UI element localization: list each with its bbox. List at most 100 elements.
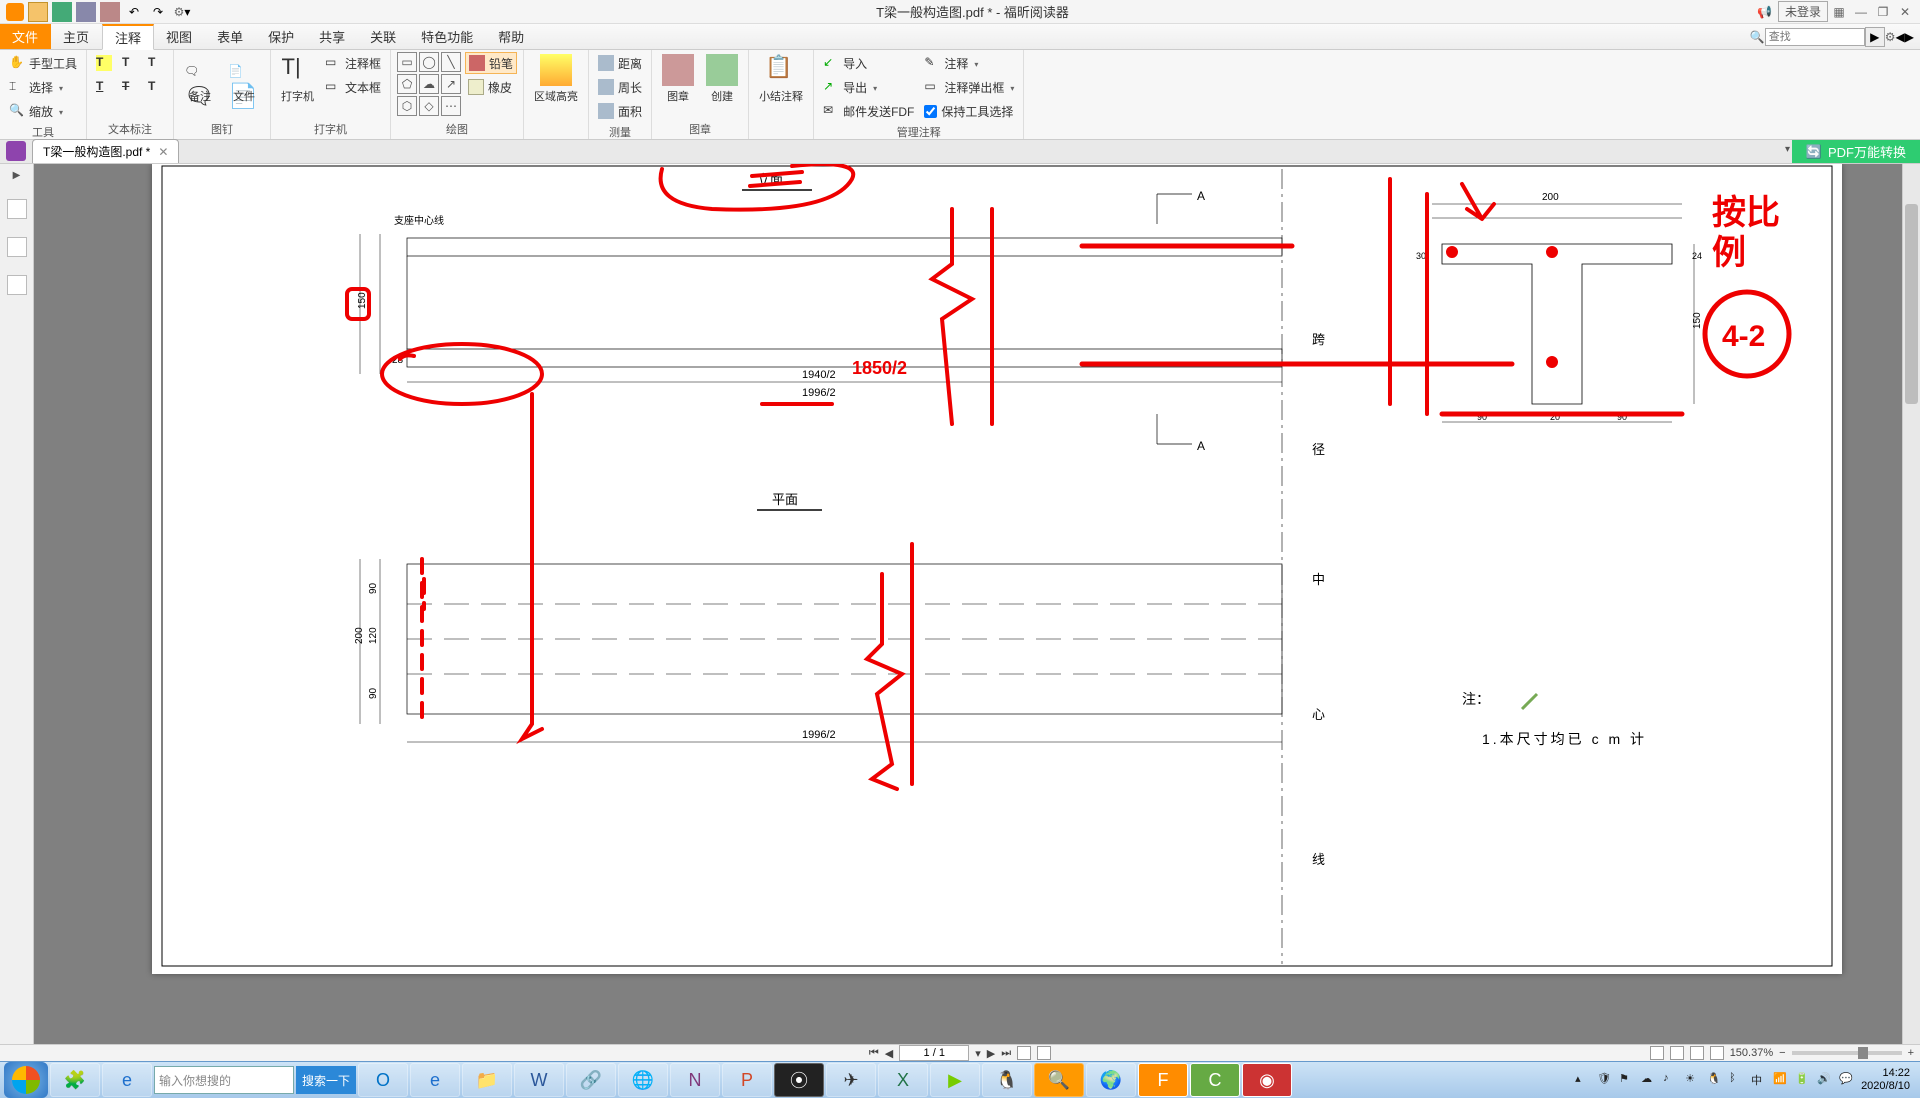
typewriter-button[interactable]: T|打字机 — [277, 52, 318, 106]
nav-next-icon[interactable]: ▶ — [1905, 30, 1914, 44]
taskbar-qq[interactable]: 🐧 — [982, 1063, 1032, 1097]
export-button[interactable]: 导出 — [820, 76, 917, 98]
tab-form[interactable]: 表单 — [205, 24, 256, 49]
txt-strikeout-button[interactable] — [119, 76, 141, 98]
start-button[interactable] — [4, 1062, 48, 1098]
taskbar-word[interactable]: W — [514, 1063, 564, 1097]
taskbar-app-2[interactable]: 🔗 — [566, 1063, 616, 1097]
taskbar-app-1[interactable]: 🧩 — [50, 1063, 100, 1097]
view-cont-facing-icon[interactable] — [1710, 1046, 1724, 1060]
keep-tool-toggle[interactable]: 保持工具选择 — [921, 100, 1017, 122]
attach-file-button[interactable]: 📄文件 — [224, 52, 264, 106]
zoom-tool-button[interactable]: 缩放 — [6, 100, 80, 122]
note-button[interactable]: 🗨备注 — [180, 52, 220, 106]
nav-extra1-icon[interactable] — [1017, 1046, 1031, 1060]
area-highlight-button[interactable]: 区域高亮 — [530, 52, 582, 106]
zoom-slider[interactable] — [1792, 1051, 1902, 1055]
bookmarks-icon[interactable] — [7, 199, 27, 219]
summary-button[interactable]: 📋小结注释 — [755, 52, 807, 106]
zoom-out-button[interactable]: − — [1779, 1047, 1785, 1059]
perimeter-button[interactable]: 周长 — [595, 76, 645, 98]
restore-button[interactable]: ❐ — [1872, 5, 1894, 19]
first-page-button[interactable]: ⏮ — [869, 1047, 879, 1060]
start-page-icon[interactable] — [6, 141, 26, 161]
tab-help[interactable]: 帮助 — [486, 24, 537, 49]
tab-home[interactable]: 主页 — [51, 24, 102, 49]
taskbar-ie2[interactable]: e — [410, 1063, 460, 1097]
shape-picker[interactable]: ▭◯╲ ⬠☁↗ ⬡◇⋯ — [397, 52, 461, 116]
news-icon[interactable]: 📢 — [1757, 5, 1772, 19]
taskbar-media[interactable]: ▶ — [930, 1063, 980, 1097]
tab-protect[interactable]: 保护 — [256, 24, 307, 49]
pdf-convert-button[interactable]: 🔄 PDF万能转换 — [1792, 140, 1920, 163]
next-page-button[interactable]: ▶ — [987, 1047, 995, 1060]
create-stamp-button[interactable]: 创建 — [702, 52, 742, 106]
open-icon[interactable] — [28, 2, 48, 22]
page-dropdown-icon[interactable]: ▾ — [975, 1047, 981, 1060]
tab-view[interactable]: 视图 — [154, 24, 205, 49]
stamp-button[interactable]: 图章 — [658, 52, 698, 106]
last-page-button[interactable]: ⏭ — [1001, 1047, 1011, 1060]
eraser-button[interactable]: 橡皮 — [465, 76, 517, 98]
mail-fdf-button[interactable]: 邮件发送FDF — [820, 100, 917, 122]
taskbar-everything[interactable]: 🔍 — [1034, 1063, 1084, 1097]
close-tab-icon[interactable]: ✕ — [158, 145, 168, 159]
taskbar-foxit[interactable]: F — [1138, 1063, 1188, 1097]
taskbar-excel[interactable]: X — [878, 1063, 928, 1097]
txt-squiggly-button[interactable] — [119, 52, 141, 74]
import-button[interactable]: 导入 — [820, 52, 917, 74]
tab-features[interactable]: 特色功能 — [409, 24, 486, 49]
search-settings-icon[interactable] — [1885, 30, 1896, 44]
system-tray[interactable]: ▴ 🛡 ⚑ ☁ ♪ ☀ 🐧 ᛒ 中 📶 🔋 🔊 💬 — [1575, 1072, 1859, 1088]
taskbar-clock[interactable]: 14:22 2020/8/10 — [1861, 1067, 1916, 1093]
taskbar-explorer[interactable]: 📁 — [462, 1063, 512, 1097]
taskbar-outlook[interactable]: O — [358, 1063, 408, 1097]
view-single-icon[interactable] — [1650, 1046, 1664, 1060]
taskbar-search-button[interactable]: 搜索一下 — [296, 1066, 356, 1094]
pages-thumb-icon[interactable] — [7, 237, 27, 257]
prev-page-button[interactable]: ◀ — [885, 1047, 893, 1060]
tab-file[interactable]: 文件 — [0, 24, 51, 49]
taskbar-app-4[interactable]: 🌍 — [1086, 1063, 1136, 1097]
nav-extra2-icon[interactable] — [1037, 1046, 1051, 1060]
page-input[interactable] — [899, 1045, 969, 1061]
minimize-button[interactable]: — — [1850, 5, 1872, 19]
print-icon[interactable] — [76, 2, 96, 22]
view-facing-icon[interactable] — [1690, 1046, 1704, 1060]
taskbar-powerpoint[interactable]: P — [722, 1063, 772, 1097]
vertical-scrollbar[interactable] — [1902, 164, 1920, 1044]
comments-panel-icon[interactable] — [7, 275, 27, 295]
undo-icon[interactable] — [124, 2, 144, 22]
taskbar-ie[interactable]: e — [102, 1063, 152, 1097]
document-tab[interactable]: T梁一般构造图.pdf * ✕ — [32, 139, 179, 163]
txt-caret-button[interactable] — [145, 52, 167, 74]
ribbon-toggle-icon[interactable]: ▦ — [1828, 5, 1850, 19]
save-icon[interactable] — [52, 2, 72, 22]
hand-tool-button[interactable]: 手型工具 — [6, 52, 80, 74]
select-tool-button[interactable]: 选择 — [6, 76, 80, 98]
view-cont-icon[interactable] — [1670, 1046, 1684, 1060]
tab-share[interactable]: 共享 — [307, 24, 358, 49]
txt-highlight-button[interactable] — [93, 52, 115, 74]
taskbar-camtasia[interactable]: C — [1190, 1063, 1240, 1097]
qat-settings-icon[interactable]: ▾ — [172, 2, 192, 22]
page-viewer[interactable]: 跨 径 中 心 线 150 28 支座中心线 1940/2 1996/2 — [34, 164, 1902, 1044]
callout-button[interactable]: ▭注释框 — [322, 52, 384, 74]
taskbar-obs[interactable]: ⦿ — [774, 1063, 824, 1097]
distance-button[interactable]: 距离 — [595, 52, 645, 74]
taskbar-browser[interactable]: 🌐 — [618, 1063, 668, 1097]
pencil-button[interactable]: 铅笔 — [465, 52, 517, 74]
taskbar-search-input[interactable]: 输入你想搜的 — [154, 1066, 294, 1094]
tab-annotate[interactable]: 注释 — [102, 24, 154, 50]
nav-prev-icon[interactable]: ◀ — [1896, 30, 1905, 44]
annot-list-button[interactable]: 注释 — [921, 52, 1017, 74]
txt-underline-button[interactable] — [93, 76, 115, 98]
mail-icon[interactable] — [100, 2, 120, 22]
search-go-button[interactable]: ▶ — [1865, 27, 1885, 47]
ribbon-search-input[interactable] — [1765, 28, 1865, 46]
annot-popup-button[interactable]: 注释弹出框 — [921, 76, 1017, 98]
login-button[interactable]: 未登录 — [1778, 1, 1828, 22]
taskbar-rec[interactable]: ◉ — [1242, 1063, 1292, 1097]
textbox-button[interactable]: ▭文本框 — [322, 76, 384, 98]
redo-icon[interactable] — [148, 2, 168, 22]
